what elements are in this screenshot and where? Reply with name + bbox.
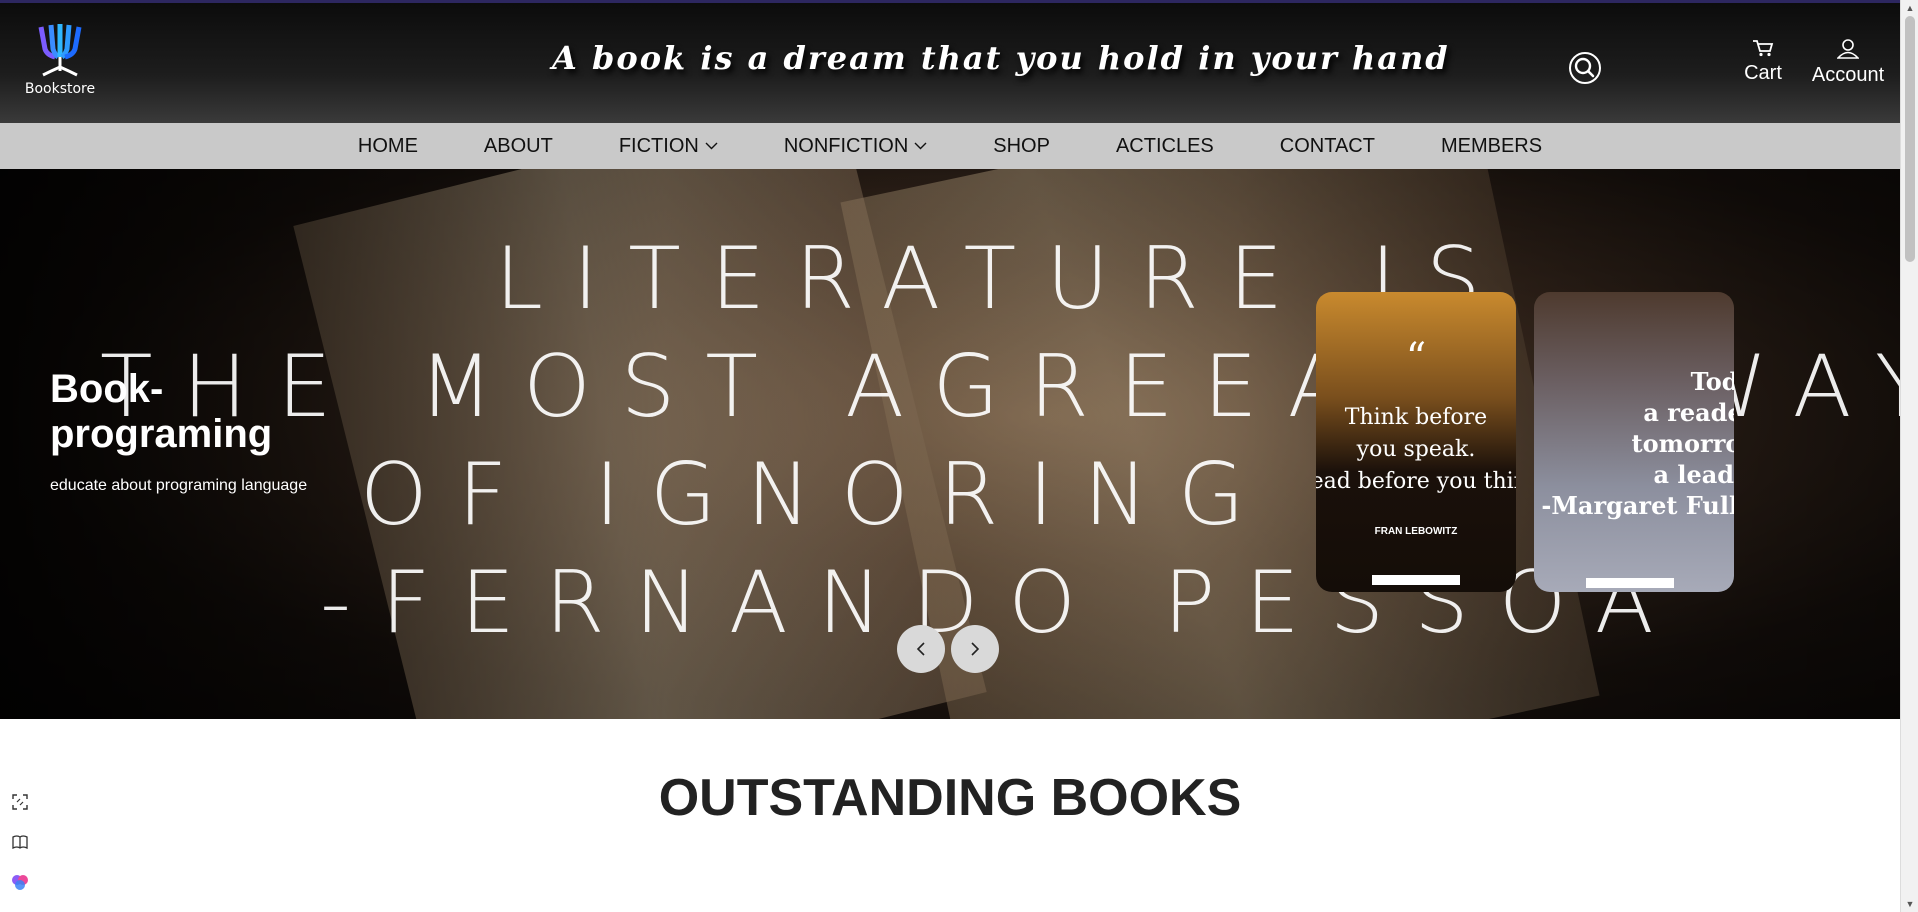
section-title: OUTSTANDING BOOKS (658, 769, 1242, 827)
logo[interactable]: Bookstore (22, 23, 98, 97)
card-quote-line: Think before (1344, 405, 1488, 430)
tree-logo-icon (38, 24, 82, 77)
nav-item-label: FICTION (618, 134, 699, 157)
scrollbar-thumb[interactable] (1905, 16, 1915, 262)
card-watermark-strip (1372, 575, 1460, 585)
search-button[interactable] (1568, 51, 1602, 85)
nav-item-fiction[interactable]: FICTION (619, 135, 718, 158)
header-tagline: A book is a dream that you hold in your … (552, 39, 1450, 77)
nav-item-label: NONFICTION (783, 134, 909, 157)
logo-text: Bookstore (24, 81, 96, 97)
hero-slider: LITERATURE IS THE MOST AGREEABLE WAY OF … (0, 169, 1900, 719)
brain-icon (12, 875, 28, 890)
account-label: Account (1811, 64, 1885, 86)
scroll-down-arrow[interactable]: ▼ (1901, 896, 1918, 912)
cart-label: Cart (1744, 62, 1782, 84)
book-icon (12, 835, 28, 850)
nav-item-about[interactable]: ABOUT (484, 135, 553, 158)
cart-icon (1753, 40, 1774, 57)
card-quote-line: tomorrow (1631, 429, 1734, 458)
card-quote-line: Today (1690, 367, 1734, 396)
card-watermark-strip (1586, 578, 1674, 588)
site-header: Bookstore A book is a dream that you hol… (0, 3, 1900, 123)
slider-prev-button[interactable] (897, 625, 945, 673)
scroll-up-arrow[interactable]: ▲ (1901, 0, 1918, 16)
page-scrollbar[interactable]: ▲ ▼ (1900, 0, 1918, 912)
nav-item-acticles[interactable]: ACTICLES (1116, 135, 1214, 158)
main-nav: HOME ABOUT FICTION NONFICTION SHOP ACTIC… (0, 123, 1900, 169)
nav-item-label: SHOP (993, 134, 1050, 157)
nav-item-home[interactable]: HOME (358, 135, 418, 158)
card-quote-line: -Margaret Fuller (1541, 491, 1734, 520)
chevron-right-icon (971, 642, 980, 656)
user-icon (1836, 39, 1860, 59)
nav-item-members[interactable]: MEMBERS (1441, 135, 1542, 158)
chevron-left-icon (916, 642, 925, 656)
account-button[interactable]: Account (1808, 39, 1888, 87)
reader-tool-button[interactable] (8, 830, 32, 854)
slide-thumbnail[interactable]: Today a reader, tomorrow a leader -Marga… (1534, 292, 1734, 592)
nav-item-shop[interactable]: SHOP (993, 135, 1050, 158)
nav-item-nonfiction[interactable]: NONFICTION (784, 135, 927, 158)
nav-item-contact[interactable]: CONTACT (1280, 135, 1375, 158)
nav-item-label: CONTACT (1279, 134, 1375, 157)
nav-item-label: ABOUT (483, 134, 553, 157)
card-quote-line: a reader, (1643, 398, 1734, 427)
ai-tool-button[interactable] (8, 870, 32, 894)
quote-mark-icon: “ (1405, 335, 1427, 381)
card-quote-line: you speak. (1356, 437, 1476, 462)
nav-item-label: ACTICLES (1115, 134, 1214, 157)
slide-thumbnail[interactable]: “ Think before you speak. Read before yo… (1316, 292, 1516, 592)
nav-item-label: MEMBERS (1440, 134, 1543, 157)
screenshot-tool-button[interactable] (8, 790, 32, 814)
nav-item-label: HOME (357, 134, 418, 157)
slide-description: educate about programing language (50, 477, 308, 494)
chevron-down-icon (705, 142, 718, 150)
card-quote-line: a leader (1653, 460, 1734, 489)
search-icon (1569, 52, 1601, 84)
slide-title: Book-programing (50, 367, 273, 456)
cart-button[interactable]: Cart (1740, 39, 1786, 85)
card-quote-line: Read before you think (1316, 469, 1516, 494)
side-toolbar (8, 790, 34, 910)
card-author: FRAN LEBOWITZ (1374, 526, 1458, 537)
capture-icon (12, 794, 28, 810)
slider-next-button[interactable] (951, 625, 999, 673)
chevron-down-icon (914, 142, 927, 150)
